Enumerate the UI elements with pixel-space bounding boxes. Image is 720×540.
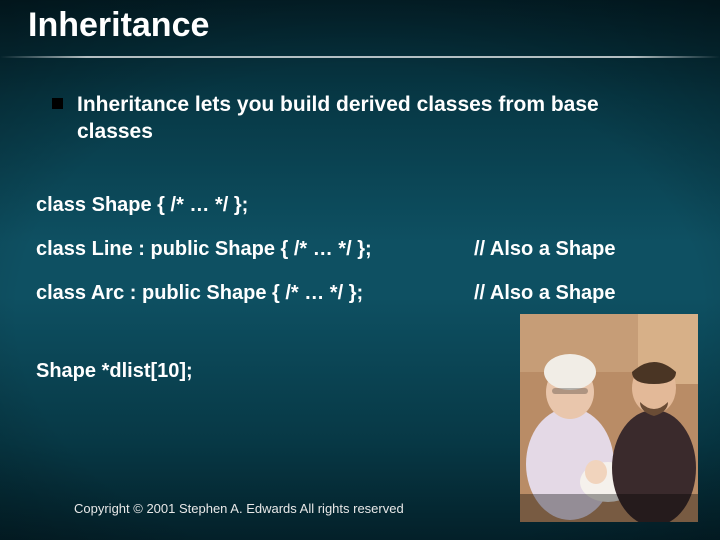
title-divider: [0, 56, 720, 58]
photo-icon: [520, 314, 698, 522]
family-photo: [520, 314, 698, 522]
code-comment-2: // Also a Shape: [474, 238, 616, 261]
bullet-icon: [52, 98, 63, 109]
code-comment-3: // Also a Shape: [474, 282, 616, 305]
code-line-1: class Shape { /* … */ };: [36, 194, 248, 217]
code-line-3: class Arc : public Shape { /* … */ };: [36, 282, 363, 305]
slide-title: Inheritance: [28, 6, 209, 45]
bullet-item: Inheritance lets you build derived class…: [52, 92, 662, 146]
slide: Inheritance Inheritance lets you build d…: [0, 0, 720, 540]
code-line-2: class Line : public Shape { /* … */ };: [36, 238, 372, 261]
code-line-4: Shape *dlist[10];: [36, 360, 193, 383]
bullet-text: Inheritance lets you build derived class…: [77, 92, 662, 146]
copyright-footer: Copyright © 2001 Stephen A. Edwards All …: [74, 501, 404, 516]
